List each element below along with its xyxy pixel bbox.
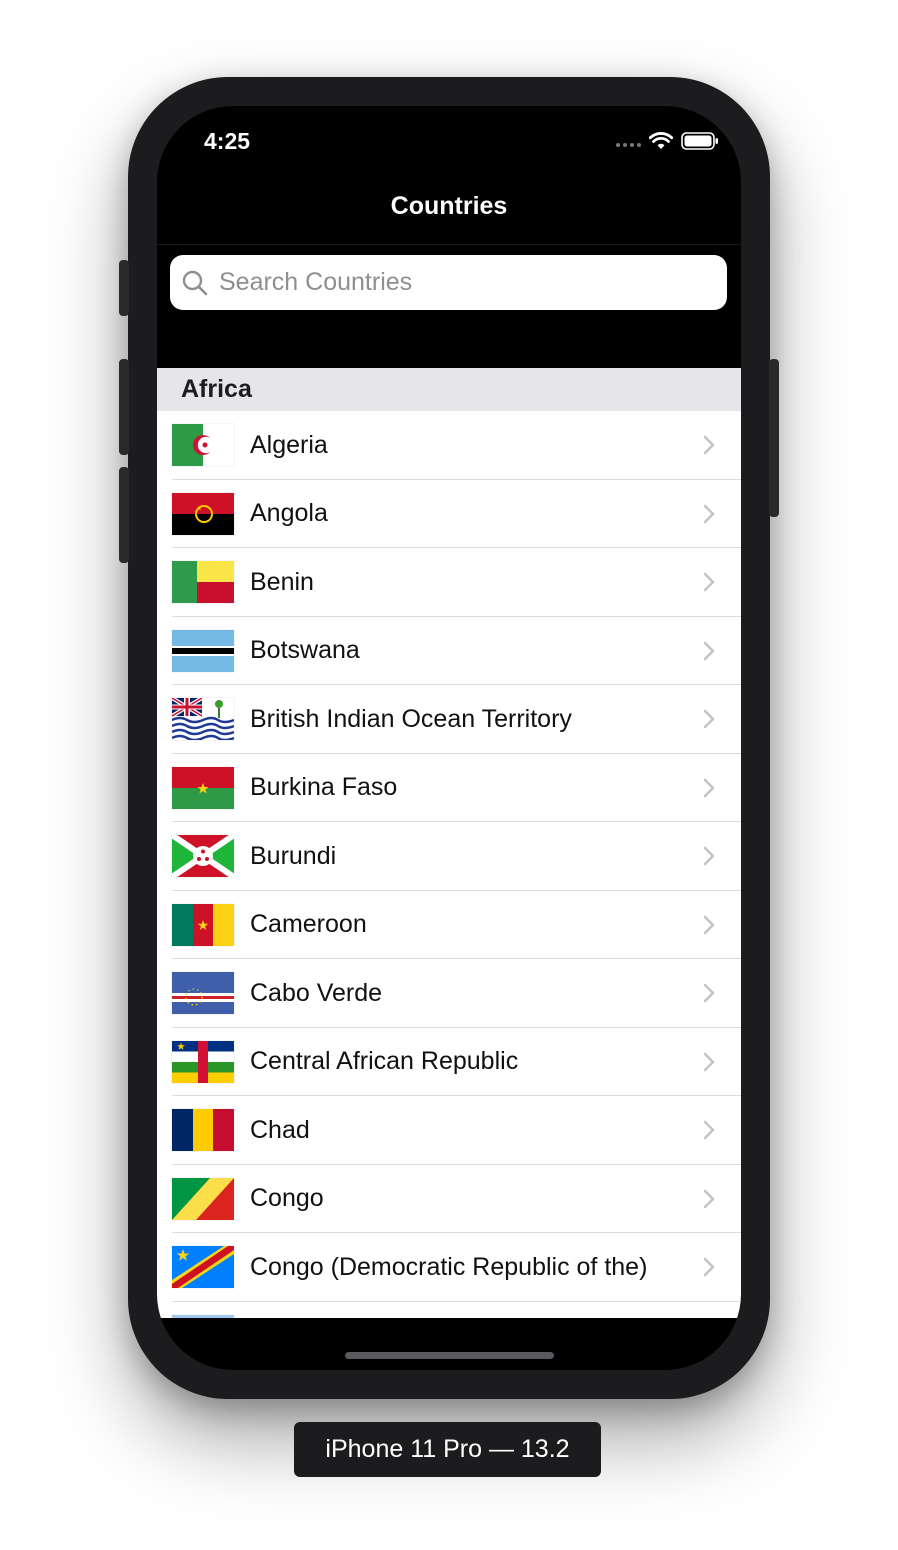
chevron-right-icon (703, 1257, 715, 1277)
search-icon (182, 270, 208, 295)
algeria-flag-icon (172, 424, 234, 467)
country-row-benin[interactable]: Benin (157, 548, 741, 617)
country-row-angola[interactable]: Angola (157, 480, 741, 549)
congo-drc-flag-icon (172, 1246, 234, 1289)
country-row-central-african-republic[interactable]: Central African Republic (157, 1028, 741, 1097)
chad-flag-icon (172, 1109, 234, 1152)
country-row-chad[interactable]: Chad (157, 1096, 741, 1165)
nav-divider (157, 244, 741, 245)
country-row-cameroon[interactable]: Cameroon (157, 891, 741, 960)
wifi-icon (649, 132, 673, 149)
burundi-flag-icon (172, 835, 234, 878)
chevron-right-icon (703, 435, 715, 455)
volume-down-button (119, 467, 129, 563)
country-name: Burkina Faso (250, 773, 398, 802)
country-row-algeria[interactable]: Algeria (157, 411, 741, 480)
chevron-right-icon (703, 1120, 715, 1140)
chevron-right-icon (703, 778, 715, 798)
device-label: iPhone 11 Pro — 13.2 (294, 1422, 601, 1477)
country-row-congo[interactable]: Congo (157, 1165, 741, 1234)
country-name: Cameroon (250, 910, 367, 939)
battery-icon (681, 132, 718, 150)
home-indicator[interactable] (345, 1352, 554, 1359)
country-list[interactable]: Africa Algeria Angola Benin Botswana Bri… (157, 368, 741, 1318)
angola-flag-icon (172, 492, 234, 535)
status-time: 4:25 (204, 128, 251, 154)
chevron-right-icon (703, 504, 715, 524)
chevron-right-icon (703, 709, 715, 729)
nav-title: Countries (390, 192, 508, 220)
device-frame: 4:25 Countries Search Countries Africa A… (119, 77, 779, 1399)
side-button (769, 359, 779, 517)
country-row-burundi[interactable]: Burundi (157, 822, 741, 891)
country-row-botswana[interactable]: Botswana (157, 617, 741, 686)
country-name: Botswana (250, 636, 360, 665)
chevron-right-icon (703, 915, 715, 935)
chevron-right-icon (703, 846, 715, 866)
country-row-congo-drc[interactable]: Congo (Democratic Republic of the) (157, 1233, 741, 1302)
benin-flag-icon (172, 561, 234, 604)
screen: 4:25 Countries Search Countries Africa A… (157, 106, 741, 1370)
country-name: Central African Republic (250, 1047, 519, 1076)
country-name: Cabo Verde (250, 978, 383, 1007)
chevron-right-icon (703, 1189, 715, 1209)
chevron-right-icon (703, 1052, 715, 1072)
status-icons (616, 132, 719, 150)
cameroon-flag-icon (172, 903, 234, 946)
notch (287, 106, 612, 152)
country-name: Algeria (250, 430, 328, 459)
volume-up-button (119, 359, 129, 455)
mute-switch (119, 260, 129, 316)
section-header-africa: Africa (157, 368, 741, 411)
search-input[interactable] (217, 267, 701, 298)
botswana-flag-icon (172, 629, 234, 672)
country-name: Congo (250, 1184, 324, 1213)
country-name: Burundi (250, 841, 337, 870)
search-bar[interactable] (170, 255, 727, 310)
country-row-burkina-faso[interactable]: Burkina Faso (157, 754, 741, 823)
central-african-republic-flag-icon (172, 1040, 234, 1083)
cellular-signal-icon (616, 143, 641, 147)
chevron-right-icon (703, 641, 715, 661)
screen-bezel: 4:25 Countries Search Countries Africa A… (157, 106, 741, 1370)
country-row-cabo-verde[interactable]: Cabo Verde (157, 959, 741, 1028)
cabo-verde-flag-icon (172, 972, 234, 1015)
country-name: Chad (250, 1115, 310, 1144)
country-row-british-indian-ocean-territory[interactable]: British Indian Ocean Territory (157, 685, 741, 754)
chevron-right-icon (703, 983, 715, 1003)
country-name: Angola (250, 499, 328, 528)
burkina-faso-flag-icon (172, 766, 234, 809)
country-name: Benin (250, 567, 314, 596)
british-indian-ocean-territory-flag-icon (172, 698, 234, 741)
country-row-partial[interactable] (157, 1302, 741, 1318)
chevron-right-icon (703, 572, 715, 592)
partial-flag-icon (172, 1314, 234, 1318)
country-name: British Indian Ocean Territory (250, 704, 572, 733)
congo-flag-icon (172, 1177, 234, 1220)
country-name: Congo (Democratic Republic of the) (250, 1252, 648, 1281)
